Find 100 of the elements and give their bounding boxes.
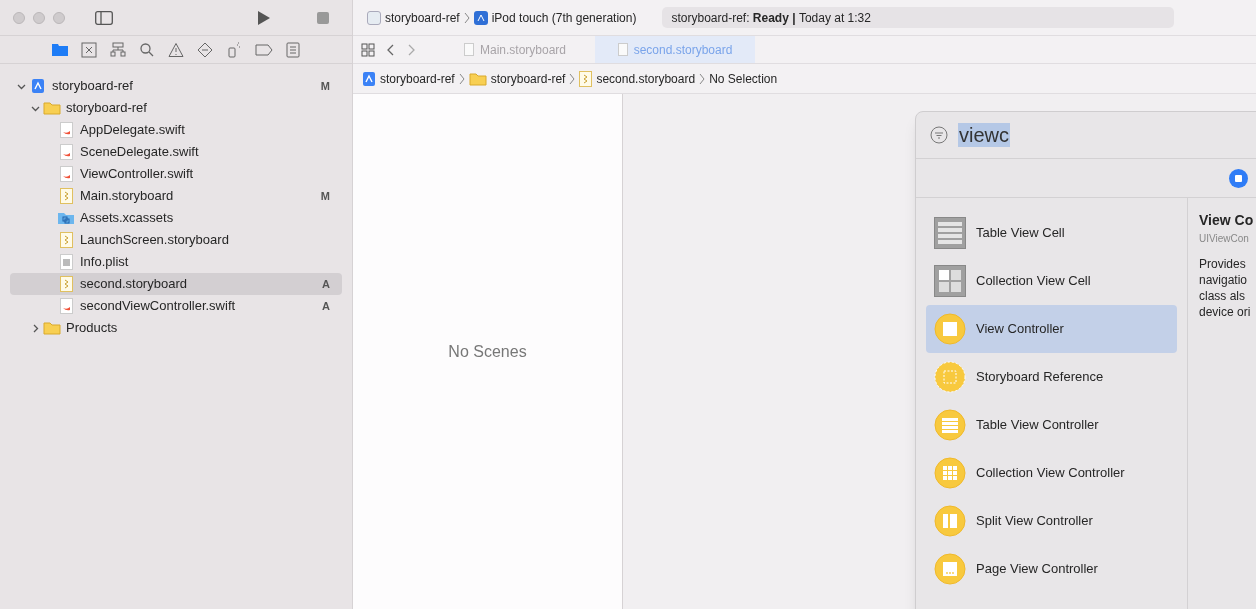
item-label: Page View Controller xyxy=(976,560,1098,579)
storyboard-file-icon xyxy=(463,43,474,56)
file-name: SceneDelegate.swift xyxy=(80,143,199,162)
file-name: Assets.xcassets xyxy=(80,209,174,228)
storyboard-file-icon xyxy=(579,70,593,87)
item-label: Table View Cell xyxy=(976,224,1065,243)
storyboard-file-icon xyxy=(59,188,73,204)
file-name: Main.storyboard xyxy=(80,187,174,206)
warning-icon[interactable] xyxy=(168,41,184,58)
sidebar-toggle-icon[interactable] xyxy=(95,10,113,25)
file-tree-item[interactable]: ViewController.swift xyxy=(10,163,342,185)
swift-file-icon xyxy=(59,144,73,160)
file-name: ViewController.swift xyxy=(80,165,194,184)
file-tree-item[interactable]: second.storyboard A xyxy=(10,273,342,295)
detail-description-line: Provides xyxy=(1199,256,1247,272)
storyboard-file-icon xyxy=(617,43,628,56)
assets-folder-icon xyxy=(57,211,75,225)
file-name: Info.plist xyxy=(80,253,129,272)
item-label: Collection View Controller xyxy=(976,464,1125,483)
swift-file-icon xyxy=(59,122,73,138)
folder-icon xyxy=(43,101,61,115)
detail-description-line: device ori xyxy=(1199,304,1252,320)
storyboard-file-icon xyxy=(59,276,73,292)
breadcrumb-item[interactable]: No Selection xyxy=(709,69,778,88)
library-item[interactable]: View Controller xyxy=(926,305,1177,353)
filter-icon xyxy=(930,126,948,144)
breadcrumb-item[interactable]: second.storyboard xyxy=(596,69,696,88)
breadcrumb-item[interactable]: storyboard-ref xyxy=(490,69,566,88)
split-controller-icon xyxy=(934,505,966,537)
file-name: Products xyxy=(66,319,118,338)
file-tree-item[interactable]: Main.storyboard M xyxy=(10,185,342,207)
library-item[interactable]: Collection View Cell xyxy=(926,257,1177,305)
file-tree-item[interactable]: storyboard-ref xyxy=(10,97,342,119)
library-item[interactable]: Table View Controller xyxy=(926,401,1177,449)
page-controller-icon xyxy=(934,553,966,585)
tag-icon[interactable] xyxy=(255,43,273,56)
library-item[interactable]: Collection View Controller xyxy=(926,449,1177,497)
grid-icon[interactable] xyxy=(361,42,375,57)
library-item[interactable]: Table View Cell xyxy=(926,209,1177,257)
library-item[interactable]: Split View Controller xyxy=(926,497,1177,545)
detail-description-line: class als xyxy=(1199,288,1246,304)
item-label: Storyboard Reference xyxy=(976,368,1104,387)
item-label: View Controller xyxy=(976,320,1064,339)
file-name: secondViewController.swift xyxy=(80,297,236,316)
chevron-icon xyxy=(699,72,706,85)
file-tree-item[interactable]: SceneDelegate.swift xyxy=(10,141,342,163)
empty-outline-message: No Scenes xyxy=(448,341,527,362)
chevron-icon xyxy=(458,72,465,85)
detail-class-name: UIViewCon xyxy=(1199,232,1250,246)
library-item[interactable]: Page View Controller xyxy=(926,545,1177,593)
detail-title: View Co xyxy=(1199,211,1255,230)
item-label: Split View Controller xyxy=(976,512,1093,531)
file-tree-item[interactable]: storyboard-ref M xyxy=(10,75,342,97)
file-name: AppDelegate.swift xyxy=(80,121,185,140)
search-icon[interactable] xyxy=(139,41,155,58)
file-tree-item[interactable]: AppDelegate.swift xyxy=(10,119,342,141)
source-control-status: A xyxy=(322,298,330,314)
file-name: second.storyboard xyxy=(80,275,187,294)
folder-icon xyxy=(468,71,487,86)
device-selector[interactable]: iPod touch (7th generation) xyxy=(491,8,637,27)
item-label: Collection View Cell xyxy=(976,272,1091,291)
plist-file-icon xyxy=(59,254,73,270)
file-tree-item[interactable]: Products xyxy=(10,317,342,339)
back-icon[interactable] xyxy=(387,43,395,56)
file-tree-item[interactable]: LaunchScreen.storyboard xyxy=(10,229,342,251)
chevron-icon xyxy=(463,11,470,24)
source-control-status: M xyxy=(320,188,330,204)
hierarchy-icon[interactable] xyxy=(110,41,126,58)
grid-cell-icon xyxy=(934,265,966,297)
storyboard-file-icon xyxy=(59,232,73,248)
collection-controller-icon xyxy=(934,457,966,489)
search-field[interactable]: viewc xyxy=(958,123,1010,147)
activity-status: storyboard-ref: Ready | Today at 1:32 xyxy=(662,7,1175,28)
file-name: LaunchScreen.storyboard xyxy=(80,231,229,250)
table-cell-icon xyxy=(934,217,966,249)
project-icon xyxy=(362,70,376,87)
source-control-status: M xyxy=(320,78,330,94)
file-name: storyboard-ref xyxy=(52,77,133,96)
breadcrumb-item[interactable]: storyboard-ref xyxy=(380,69,455,88)
detail-description-line: navigatio xyxy=(1199,272,1249,288)
file-tree-item[interactable]: secondViewController.swift A xyxy=(10,295,342,317)
scheme-selector[interactable]: storyboard-ref xyxy=(385,8,460,27)
diamond-icon[interactable] xyxy=(197,41,213,58)
chevron-icon xyxy=(569,72,576,85)
scheme-icon xyxy=(367,10,381,25)
file-tree-item[interactable]: Info.plist xyxy=(10,251,342,273)
source-control-status: A xyxy=(322,276,330,292)
objects-tab-icon[interactable] xyxy=(1229,168,1248,188)
device-icon xyxy=(473,10,488,25)
x-square-icon[interactable] xyxy=(81,41,97,58)
file-name: storyboard-ref xyxy=(66,99,147,118)
file-tree-item[interactable]: Assets.xcassets xyxy=(10,207,342,229)
folder-icon[interactable] xyxy=(52,43,68,56)
stop-icon[interactable] xyxy=(317,11,329,24)
run-icon[interactable] xyxy=(257,9,271,26)
project-icon xyxy=(31,78,45,94)
forward-icon[interactable] xyxy=(407,43,415,56)
swift-file-icon xyxy=(59,298,73,314)
view-controller-icon xyxy=(934,313,966,345)
library-item[interactable]: Storyboard Reference xyxy=(926,353,1177,401)
